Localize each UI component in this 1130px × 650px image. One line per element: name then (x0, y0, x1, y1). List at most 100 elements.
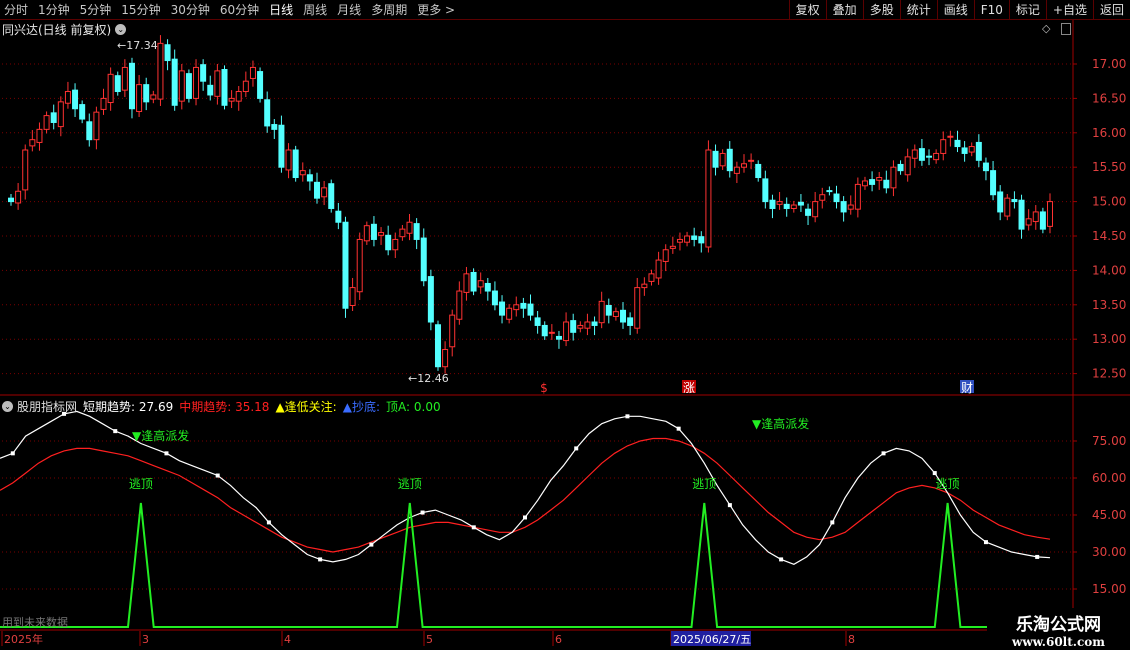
candle-body (413, 223, 420, 240)
short-trend-marker (113, 429, 118, 434)
sell-high-label: ▼逢高派发 (132, 428, 189, 443)
watermark-url: www.60lt.com (1012, 635, 1105, 649)
candle-body (285, 149, 292, 171)
candle-body (883, 179, 890, 189)
candle-body (676, 238, 683, 243)
candle-body (356, 238, 363, 293)
short-trend-marker (266, 520, 271, 525)
short-trend-marker (523, 515, 527, 520)
candle-body (740, 163, 747, 168)
candle-body (228, 97, 235, 102)
candle-body (107, 73, 114, 104)
candle-body (164, 44, 171, 62)
short-trend-marker (625, 414, 630, 419)
max-price-label: ←17.34 (117, 39, 158, 52)
candle-body (776, 201, 783, 205)
candle-body (975, 141, 982, 161)
candle-body (29, 139, 36, 147)
candle-body (940, 139, 947, 154)
date-label: 6 (555, 633, 562, 646)
watermark-title: 乐淘公式网 (1016, 615, 1101, 635)
candle-body (684, 235, 691, 243)
price-tick-label: 16.00 (1092, 126, 1126, 140)
indicator-name[interactable]: 股朋指标网 (17, 398, 77, 415)
candle-body (869, 179, 876, 185)
candle-body (847, 204, 854, 210)
indicator-tick-label: 75.00 (1092, 434, 1126, 448)
main-chart-header: 同兴达(日线 前复权) ⌄ (2, 21, 127, 38)
candle-body (555, 335, 562, 340)
short-trend-marker (369, 542, 374, 547)
candle-body (491, 290, 498, 306)
candle-body (157, 42, 164, 100)
candle-body (392, 238, 399, 251)
candle-body (876, 177, 883, 181)
price-tick-label: 14.50 (1092, 229, 1126, 243)
chevron-down-icon[interactable]: ⌄ (115, 24, 127, 35)
candle-body (534, 317, 541, 326)
candle-body (605, 304, 612, 316)
candle-body (506, 307, 513, 320)
candle-body (370, 223, 377, 240)
candle-body (719, 152, 726, 167)
candle-body (926, 155, 933, 158)
candle-body (22, 149, 29, 191)
price-tick-label: 16.50 (1092, 91, 1126, 105)
candle-body (563, 321, 570, 342)
event-marker: 财 (961, 381, 973, 395)
candle-body (499, 301, 506, 316)
escape-top-label: 逃顶 (398, 477, 422, 491)
indicator-tick-label: 60.00 (1092, 471, 1126, 485)
price-tick-label: 15.00 (1092, 195, 1126, 209)
candle-body (769, 199, 776, 209)
candle-body (954, 139, 961, 148)
candle-body (712, 150, 719, 168)
price-tick-label: 15.50 (1092, 160, 1126, 174)
candle-body (1047, 201, 1053, 227)
candle-body (271, 124, 278, 130)
candle-body (463, 273, 470, 293)
candle-body (797, 201, 804, 206)
candle-body (193, 66, 200, 99)
candle-body (242, 80, 249, 93)
candle-body (150, 94, 157, 100)
candle-body (1018, 199, 1025, 230)
candle-body (840, 201, 847, 213)
candle-body (527, 303, 534, 316)
scrollbar-thumb[interactable] (1061, 23, 1071, 35)
bottom-buy-label: ▲抄底: (342, 400, 381, 414)
short-trend-marker (164, 451, 169, 456)
candle-body (598, 300, 605, 324)
candle-body (513, 304, 520, 311)
indicator-tick-label: 15.00 (1092, 582, 1126, 596)
candle-body (520, 302, 527, 309)
diamond-icon[interactable]: ◇ (1042, 22, 1050, 35)
candle-body (257, 71, 264, 99)
candle-body (207, 84, 214, 96)
candle-body (136, 84, 143, 112)
escape-top-label: 逃顶 (692, 477, 716, 491)
future-data-note: 用到未来数据 (2, 616, 68, 629)
candle-body (933, 152, 940, 161)
candle-body (342, 221, 349, 309)
short-trend-marker (1035, 554, 1040, 559)
short-trend-marker (215, 473, 220, 478)
short-trend-marker (830, 520, 835, 525)
candle-body (1004, 197, 1011, 217)
short-trend-marker (420, 510, 425, 515)
candle-body (669, 245, 676, 249)
candle-body (854, 183, 861, 210)
sell-high-label: ▼逢高派发 (752, 416, 809, 431)
candle-body (620, 309, 627, 323)
candle-body (833, 193, 840, 203)
candle-body (235, 91, 242, 102)
candle-body (968, 146, 975, 153)
event-marker: $ (540, 381, 548, 395)
candle-body (819, 194, 826, 201)
candle-body (627, 317, 634, 326)
candle-body (691, 235, 698, 240)
candle-body (64, 91, 71, 104)
candle-body (726, 148, 733, 172)
candle-body (897, 163, 904, 172)
chevron-down-icon[interactable]: ⌄ (2, 401, 13, 412)
